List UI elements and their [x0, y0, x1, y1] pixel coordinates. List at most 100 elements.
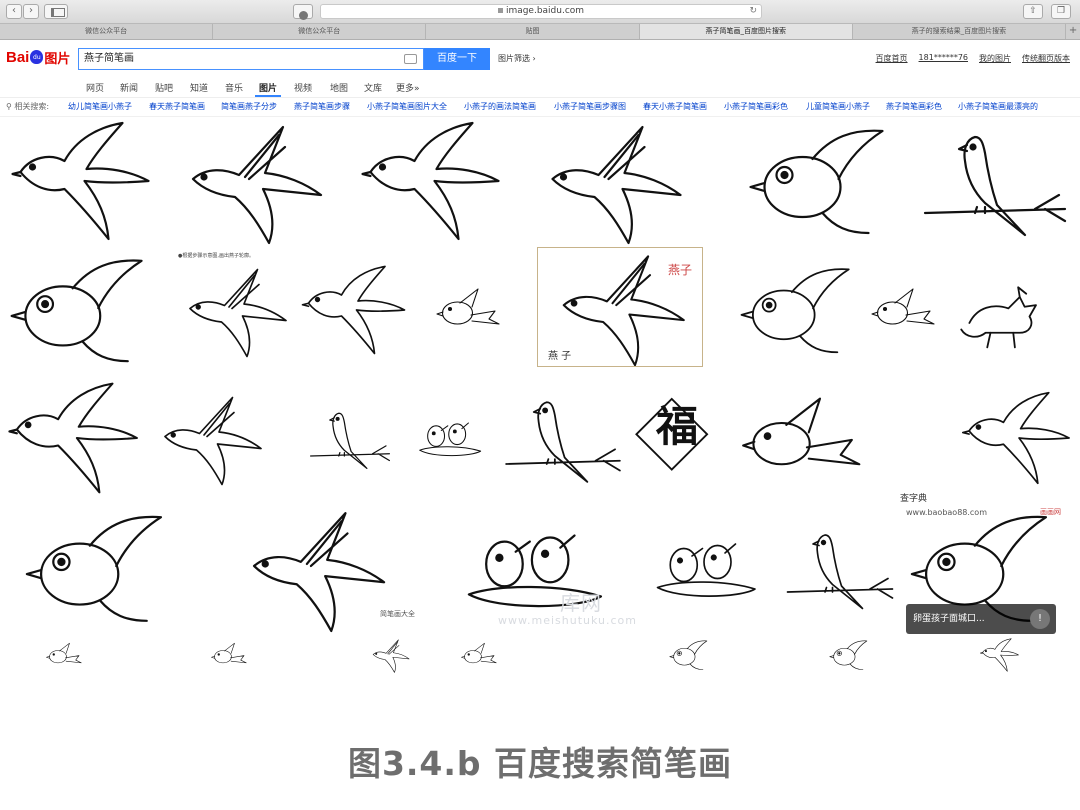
image-result[interactable]: [515, 117, 710, 245]
watermark: 画画网: [1040, 508, 1061, 516]
swallow-drawing: [191, 125, 323, 245]
address-bar[interactable]: image.baidu.com ↻: [320, 4, 762, 19]
image-result[interactable]: [175, 247, 295, 373]
image-result[interactable]: [498, 373, 628, 503]
feedback-overlay[interactable]: 卵蛋孩子面城口... !: [906, 604, 1056, 634]
image-result[interactable]: [415, 373, 490, 503]
user-link[interactable]: 我的图片: [979, 53, 1011, 64]
forward-icon[interactable]: ›: [23, 4, 39, 19]
feedback-icon[interactable]: !: [1030, 609, 1050, 629]
swallow-drawing: [25, 515, 163, 622]
channel-tab[interactable]: 文库: [364, 81, 382, 94]
related-keyword[interactable]: 小燕子简笔画最漂亮的: [958, 98, 1038, 116]
image-result[interactable]: [945, 247, 1075, 373]
new-tab-icon[interactable]: +: [1066, 24, 1080, 39]
image-result[interactable]: [0, 247, 165, 373]
image-result[interactable]: [930, 637, 1070, 673]
related-keyword[interactable]: 春天燕子简笔画: [149, 98, 205, 116]
logo-text-image: 图片: [44, 50, 71, 66]
swallow-drawing: [786, 534, 894, 610]
watermark: 查字典: [900, 494, 928, 504]
image-result[interactable]: [295, 247, 415, 373]
image-result[interactable]: [350, 117, 515, 245]
swallow-drawing: [10, 259, 143, 363]
image-result[interactable]: [865, 247, 945, 373]
camera-icon[interactable]: [404, 54, 417, 64]
related-keyword[interactable]: 燕子简笔画彩色: [886, 98, 942, 116]
lock-icon: [497, 8, 503, 13]
image-result[interactable]: [650, 503, 770, 633]
image-result[interactable]: [180, 637, 280, 673]
related-keyword[interactable]: 小燕子简笔画彩色: [724, 98, 788, 116]
watermark: www.baobao88.com: [906, 508, 987, 517]
browser-tab[interactable]: 微信公众平台: [0, 24, 214, 39]
browser-tab[interactable]: 燕子简笔画_百度图片搜索: [639, 24, 853, 39]
swallow-drawing: [829, 640, 868, 670]
browser-tab[interactable]: 贴图: [426, 24, 640, 39]
swallow-drawing: [505, 401, 621, 483]
image-result[interactable]: [955, 373, 1080, 503]
image-result[interactable]: [430, 247, 510, 373]
baidu-logo[interactable]: Bai du 图片: [6, 44, 76, 70]
watermark: www.meishutuku.com: [498, 614, 637, 627]
browser-tab[interactable]: 燕子的搜索结果_百度图片搜索: [853, 24, 1067, 39]
related-keyword[interactable]: 简笔画燕子分步: [221, 98, 277, 116]
image-result[interactable]: [780, 503, 900, 633]
browser-tab[interactable]: 微信公众平台: [213, 24, 427, 39]
image-result[interactable]: [730, 117, 915, 245]
back-icon[interactable]: ‹: [6, 4, 22, 19]
image-result[interactable]: [915, 117, 1075, 245]
user-link[interactable]: 181******76: [919, 53, 968, 64]
related-keyword[interactable]: 燕子简笔画步骤: [294, 98, 350, 116]
channel-tab[interactable]: 贴吧: [155, 81, 173, 94]
share-icon[interactable]: ⇧: [1023, 4, 1043, 19]
active-channel-underline: [255, 95, 281, 97]
channel-tab[interactable]: 地图: [330, 81, 348, 94]
user-link[interactable]: 传统翻页版本: [1022, 53, 1070, 64]
reload-icon[interactable]: ↻: [749, 5, 757, 18]
image-result[interactable]: [730, 373, 880, 503]
image-result[interactable]: [640, 637, 740, 673]
swallow-drawing: [436, 288, 500, 325]
related-keyword[interactable]: 小燕子简笔画步骤图: [554, 98, 626, 116]
channel-tab[interactable]: 更多»: [396, 81, 420, 94]
image-result[interactable]: [150, 373, 270, 503]
image-result[interactable]: [0, 117, 165, 245]
related-keyword[interactable]: 小燕子的画法简笔画: [464, 98, 536, 116]
sidebar-icon[interactable]: [44, 4, 68, 19]
channel-tab[interactable]: 新闻: [120, 81, 138, 94]
search-input[interactable]: 燕子简笔画: [78, 48, 424, 70]
image-result[interactable]: [800, 637, 900, 673]
related-keyword[interactable]: 春天小燕子简笔画: [643, 98, 707, 116]
channel-tab[interactable]: 图片: [259, 81, 277, 94]
tab-bar: 微信公众平台 微信公众平台 贴图 燕子简笔画_百度图片搜索 燕子的搜索结果_百度图片搜索…: [0, 24, 1080, 40]
image-filter-link[interactable]: 图片筛选 ›: [498, 53, 536, 64]
related-label-text: 相关搜索:: [14, 102, 50, 111]
image-result[interactable]: [735, 247, 865, 373]
swallow-drawing: [871, 288, 935, 325]
image-result[interactable]: [168, 117, 338, 245]
related-searches: ⚲ 相关搜索: 幼儿简笔画小燕子 春天燕子简笔画 简笔画燕子分步 燕子简笔画步骤 小燕子…: [0, 98, 1080, 117]
channel-tab[interactable]: 视频: [294, 81, 312, 94]
channel-tab[interactable]: 知道: [190, 81, 208, 94]
search-button[interactable]: 百度一下: [424, 48, 490, 70]
channel-tab[interactable]: 音乐: [225, 81, 243, 94]
related-keyword[interactable]: 幼儿简笔画小燕子: [68, 98, 132, 116]
swallow-drawing: [164, 396, 262, 486]
swallow-drawing: [980, 638, 1019, 672]
image-result[interactable]: [0, 373, 150, 503]
image-result[interactable]: [305, 373, 395, 503]
image-result[interactable]: [420, 637, 540, 673]
image-results-grid: 燕子燕 子福 www.baobao88.com 画画网 查字典 库网 www.meishu…: [0, 117, 1080, 673]
swallow-drawing: [669, 640, 708, 670]
tabs-overview-icon[interactable]: ❐: [1051, 4, 1071, 19]
related-keyword[interactable]: 小燕子简笔画图片大全: [367, 98, 447, 116]
user-link[interactable]: 百度首页: [876, 53, 908, 64]
site-favicon-icon[interactable]: [293, 4, 313, 20]
related-keyword[interactable]: 儿童简笔画小燕子: [806, 98, 870, 116]
channel-tab[interactable]: 网页: [86, 81, 104, 94]
swallow-drawing: [11, 121, 150, 241]
image-result[interactable]: [0, 503, 200, 633]
swallow-drawing: [310, 412, 390, 469]
image-result[interactable]: [0, 637, 130, 673]
